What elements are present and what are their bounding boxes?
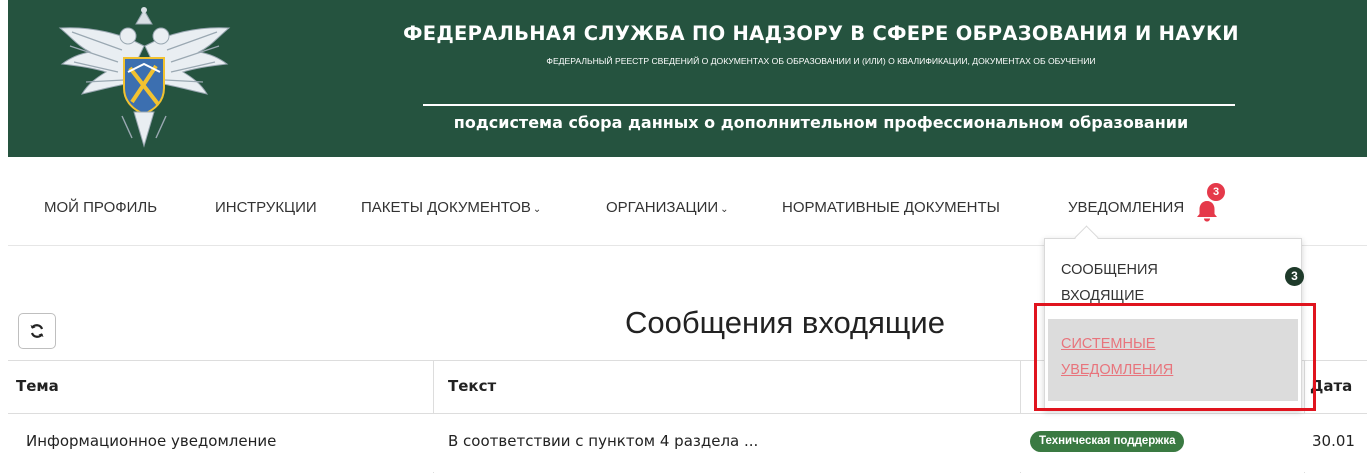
bell-icon[interactable] [1194, 198, 1220, 224]
column-header-text[interactable]: Текст [448, 377, 496, 395]
notifications-dropdown: СООБЩЕНИЯ ВХОДЯЩИЕ 3 СИСТЕМНЫЕ УВЕДОМЛЕН… [1044, 238, 1304, 410]
nav-item-label: УВЕДОМЛЕНИЯ [1068, 199, 1185, 216]
notification-count-badge: 3 [1207, 183, 1225, 201]
nav-item-document-packages[interactable]: ПАКЕТЫ ДОКУМЕНТОВ ⌄ [361, 199, 541, 216]
site-header: ФЕДЕРАЛЬНАЯ СЛУЖБА ПО НАДЗОРУ В СФЕРЕ ОБ… [8, 0, 1367, 157]
chevron-down-icon: ⌄ [532, 204, 542, 215]
refresh-button[interactable] [18, 313, 56, 349]
dropdown-item-inbox-messages[interactable]: СООБЩЕНИЯ ВХОДЯЩИЕ [1061, 257, 1221, 309]
refresh-icon [30, 324, 44, 338]
column-header-topic[interactable]: Тема [16, 377, 59, 395]
subsystem-title: подсистема сбора данных о дополнительном… [453, 113, 1189, 132]
column-header-date[interactable]: Дата [1310, 377, 1352, 395]
inbox-count-badge: 3 [1285, 267, 1304, 286]
double-headed-eagle-emblem-icon [58, 7, 231, 148]
nav-item-instructions[interactable]: ИНСТРУКЦИИ [215, 199, 317, 216]
table-row[interactable]: Информационное уведомление В соответстви… [8, 414, 1367, 472]
header-divider [423, 104, 1235, 106]
page-title: Сообщения входящие [625, 305, 945, 340]
nav-item-notifications[interactable]: УВЕДОМЛЕНИЯ [1068, 199, 1184, 216]
nav-item-label: МОЙ ПРОФИЛЬ [44, 199, 158, 216]
nav-item-label: ИНСТРУКЦИИ [215, 199, 317, 216]
main-nav: МОЙ ПРОФИЛЬ ИНСТРУКЦИИ ПАКЕТЫ ДОКУМЕНТОВ… [8, 157, 1367, 246]
row-topic: Информационное уведомление [26, 432, 277, 450]
system-notifications-link[interactable]: СИСТЕМНЫЕ УВЕДОМЛЕНИЯ [1061, 331, 1201, 383]
agency-title: ФЕДЕРАЛЬНАЯ СЛУЖБА ПО НАДЗОРУ В СФЕРЕ ОБ… [403, 22, 1239, 45]
nav-item-label: ОРГАНИЗАЦИИ [606, 199, 719, 216]
dropdown-item-system-notifications[interactable]: СИСТЕМНЫЕ УВЕДОМЛЕНИЯ [1048, 319, 1298, 401]
nav-item-my-profile[interactable]: МОЙ ПРОФИЛЬ [44, 199, 157, 216]
nav-item-organizations[interactable]: ОРГАНИЗАЦИИ ⌄ [606, 199, 729, 216]
sender-tag: Техническая поддержка [1030, 431, 1185, 452]
nav-item-label: ПАКЕТЫ ДОКУМЕНТОВ [361, 199, 531, 216]
row-date: 30.01 [1312, 432, 1355, 450]
registry-subtitle: ФЕДЕРАЛЬНЫЙ РЕЕСТР СВЕДЕНИЙ О ДОКУМЕНТАХ… [546, 56, 1096, 66]
row-text: В соответствии с пунктом 4 раздела ... [448, 432, 759, 450]
nav-item-regulatory-documents[interactable]: НОРМАТИВНЫЕ ДОКУМЕНТЫ [782, 199, 1000, 216]
chevron-down-icon: ⌄ [720, 204, 729, 215]
nav-item-label: НОРМАТИВНЫЕ ДОКУМЕНТЫ [782, 199, 1000, 216]
